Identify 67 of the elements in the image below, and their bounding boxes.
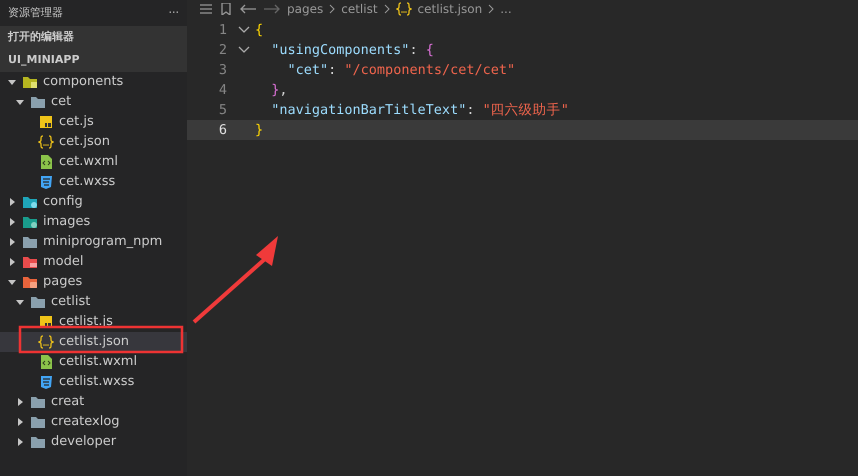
breadcrumb-item[interactable]: pages: [287, 0, 324, 18]
folder-icon: [30, 95, 46, 109]
more-button[interactable]: ···: [168, 4, 179, 22]
folder-item[interactable]: components: [0, 72, 187, 92]
line-number: 1: [218, 20, 228, 40]
folder-icon: [30, 395, 46, 409]
gear-folder-icon: [22, 195, 38, 209]
breadcrumb-separator-icon: [329, 4, 336, 14]
file-item[interactable]: cetlist.wxml: [0, 352, 187, 372]
code-line: {: [254, 20, 264, 40]
explorer-title: 资源管理器: [8, 4, 63, 21]
line-number: 4: [218, 80, 228, 100]
code-line: "usingComponents": {: [270, 40, 434, 60]
section-header[interactable]: UI_MINIAPP: [0, 49, 187, 72]
section-header[interactable]: 打开的编辑器: [0, 26, 187, 49]
folder-item[interactable]: cet: [0, 92, 187, 112]
css-file-icon: [38, 175, 54, 189]
css-file-icon: [38, 375, 54, 389]
file-item[interactable]: cet.js: [0, 112, 187, 132]
fold-caret-icon[interactable]: [238, 46, 250, 54]
folder-item[interactable]: createxlog: [0, 412, 187, 432]
code-file-icon: [38, 155, 54, 169]
menu-icon: [199, 3, 213, 15]
fold-caret-icon[interactable]: [238, 26, 250, 34]
model-folder-icon: [22, 255, 38, 269]
back-arrow-icon[interactable]: [239, 3, 257, 15]
folder-icon: [30, 415, 46, 429]
code-line: "navigationBarTitleText": "四六级助手": [270, 100, 569, 120]
file-item[interactable]: cet.wxss: [0, 172, 187, 192]
folder-icon: [22, 235, 38, 249]
forward-arrow-icon[interactable]: [263, 3, 281, 15]
file-item[interactable]: cet.json: [0, 132, 187, 152]
image-folder-icon: [22, 215, 38, 229]
bookmark-icon: [219, 3, 233, 15]
code-line: },: [270, 80, 288, 100]
json-file-icon: [38, 135, 54, 149]
folder-icon: [30, 295, 46, 309]
folder-item[interactable]: config: [0, 192, 187, 212]
breadcrumb-item[interactable]: cetlist: [341, 0, 378, 18]
file-item[interactable]: cetlist.wxss: [0, 372, 187, 392]
line-number: 3: [218, 60, 228, 80]
folder-item[interactable]: model: [0, 252, 187, 272]
code-line: "cet": "/components/cet/cet": [286, 60, 516, 80]
js-file-icon: [38, 115, 54, 129]
folder-item[interactable]: creat: [0, 392, 187, 412]
folder-item[interactable]: images: [0, 212, 187, 232]
json-file-icon: [38, 335, 54, 349]
file-item[interactable]: cetlist.json: [0, 332, 187, 352]
pages-folder-icon: [22, 275, 38, 289]
breadcrumb-separator-icon: [384, 4, 390, 14]
components-folder-icon: [22, 75, 38, 89]
line-number: 2: [218, 40, 228, 60]
folder-icon: [30, 435, 46, 449]
folder-item[interactable]: developer: [0, 432, 187, 452]
line-number: 5: [218, 100, 228, 120]
line-number: 6: [218, 120, 228, 140]
breadcrumb-item[interactable]: cetlist.json: [418, 0, 482, 18]
breadcrumb-item[interactable]: ...: [500, 0, 512, 18]
folder-item[interactable]: pages: [0, 272, 187, 292]
code-file-icon: [38, 355, 54, 369]
folder-item[interactable]: miniprogram_npm: [0, 232, 187, 252]
file-item[interactable]: cetlist.js: [0, 312, 187, 332]
file-item[interactable]: cet.wxml: [0, 152, 187, 172]
json-file-icon: [396, 2, 412, 16]
breadcrumb-separator-icon: [488, 4, 494, 14]
folder-item[interactable]: cetlist: [0, 292, 187, 312]
code-line: }: [254, 120, 264, 140]
